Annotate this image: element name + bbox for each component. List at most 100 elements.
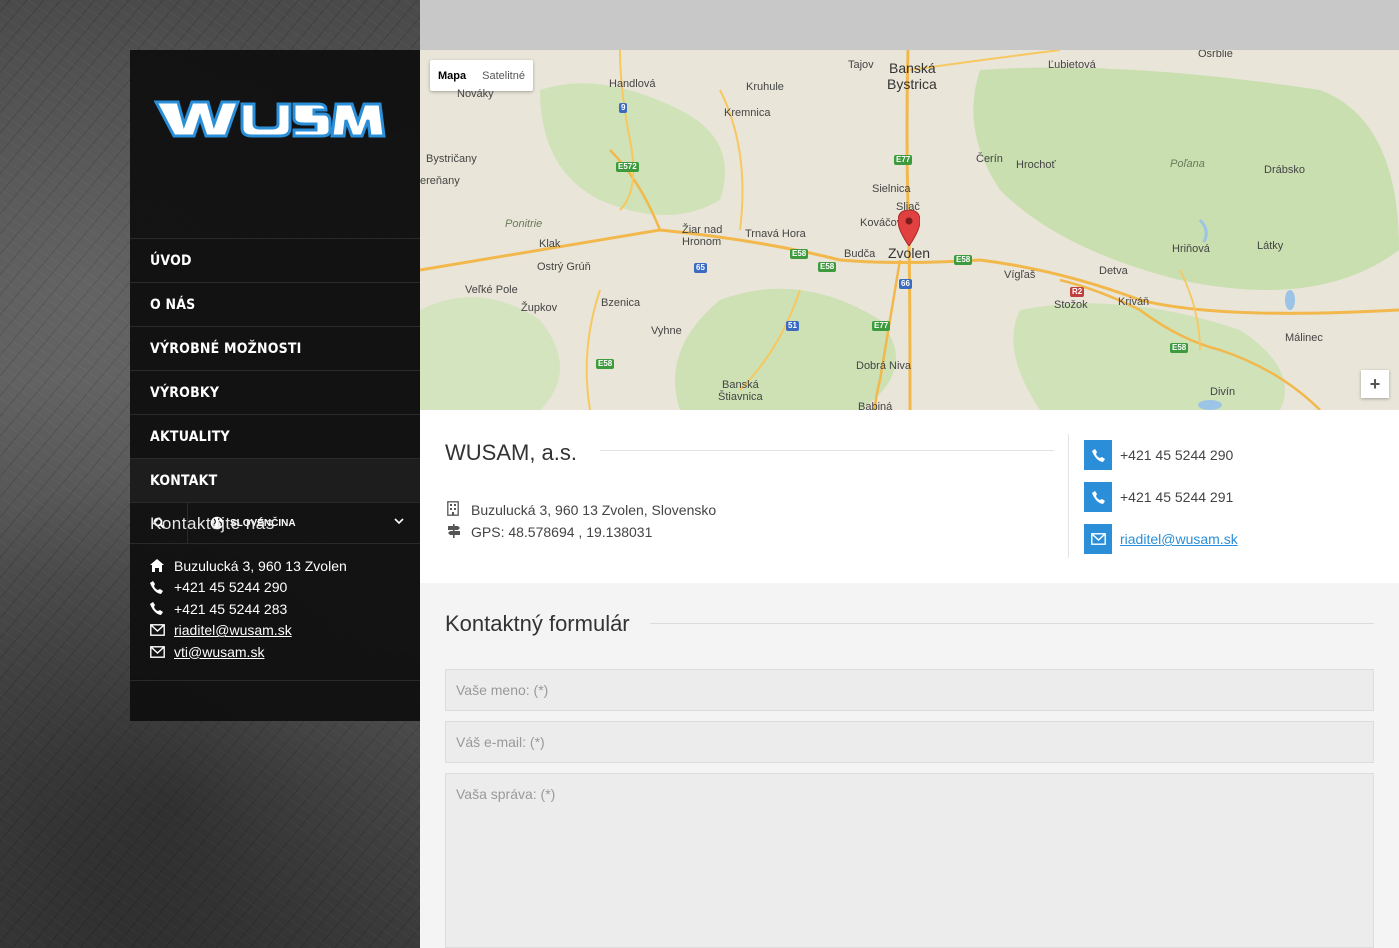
map-label: Poľana <box>1170 158 1205 170</box>
signpost-icon <box>448 523 460 538</box>
sidebar-email-1: riaditel@wusam.sk <box>150 620 347 642</box>
envelope-icon <box>1084 524 1112 554</box>
map-label: Kremnica <box>724 107 771 119</box>
map-label: Handlová <box>609 78 656 90</box>
top-bar <box>420 0 1399 50</box>
map[interactable]: Mapa Satelitné Banská Bystrica Zvolen Ha… <box>420 50 1399 410</box>
phone-icon <box>150 580 163 594</box>
company-address-block: Buzulucká 3, 960 13 Zvolen, Slovensko GP… <box>447 499 716 543</box>
map-label: Sielnica <box>872 183 911 195</box>
nav-item-aktuality[interactable]: AKTUALITY <box>130 414 420 458</box>
zoom-in-button[interactable]: + <box>1361 370 1389 398</box>
map-label: Látky <box>1257 240 1284 252</box>
message-textarea[interactable] <box>445 773 1374 948</box>
map-label: Stožok <box>1054 299 1088 311</box>
phone-icon <box>1084 440 1112 470</box>
map-label: ereňany <box>420 175 460 187</box>
map-label: Zvolen <box>888 245 931 261</box>
map-label: Babiná <box>858 401 893 410</box>
road-shield: E58 <box>818 262 837 272</box>
road-shield: E58 <box>790 249 809 259</box>
company-email: riaditel@wusam.sk <box>1084 518 1238 560</box>
map-label: Trnavá Hora <box>745 228 806 240</box>
map-label: Bzenica <box>601 297 641 309</box>
map-label: Žiar nad <box>682 224 723 236</box>
map-label: Divín <box>1210 386 1236 398</box>
map-label: Kruhule <box>746 81 784 93</box>
road-shield: E58 <box>596 359 615 369</box>
company-info: WUSAM, a.s. Buzulucká 3, 960 13 Zvolen, … <box>420 410 1399 583</box>
road-shield: E58 <box>954 255 973 265</box>
form-title-divider <box>650 623 1374 624</box>
road-shield: E77 <box>872 321 891 331</box>
company-email-link[interactable]: riaditel@wusam.sk <box>1120 531 1238 547</box>
map-label: Čerín <box>976 153 1003 165</box>
map-label: Detva <box>1099 265 1128 277</box>
title-divider <box>600 450 1054 451</box>
map-label: Nováky <box>457 88 494 100</box>
contact-form: Kontaktný formulár <box>420 583 1399 948</box>
envelope-icon <box>150 645 165 658</box>
map-marker-icon[interactable] <box>898 210 920 246</box>
chevron-down-icon <box>394 518 404 525</box>
home-icon <box>150 559 164 573</box>
map-label: Drábsko <box>1264 164 1305 176</box>
map-type-map[interactable]: Mapa <box>430 60 474 91</box>
sidebar-address: Buzulucká 3, 960 13 Zvolen <box>150 555 347 577</box>
map-label: Hrochoť <box>1016 159 1056 171</box>
sidebar: ÚVOD O NÁS VÝROBNÉ MOŽNOSTI VÝROBKY AKTU… <box>130 50 420 721</box>
map-label: Hriňová <box>1172 243 1210 255</box>
email-input[interactable] <box>445 721 1374 763</box>
company-name: WUSAM, a.s. <box>445 440 578 465</box>
sidebar-email-link-2[interactable]: vti@wusam.sk <box>174 644 264 660</box>
map-label: Málinec <box>1285 332 1323 344</box>
road-shield: E77 <box>894 155 913 165</box>
road-shield: E572 <box>616 162 639 172</box>
road-shield: R2 <box>1070 287 1085 297</box>
phone-icon <box>1084 482 1112 512</box>
nav-item-kontakt[interactable]: KONTAKT <box>130 458 420 502</box>
map-label: Osrblie <box>1198 50 1233 60</box>
company-gps: GPS: 48.578694 , 19.138031 <box>447 521 716 543</box>
map-label: Tajov <box>848 59 874 71</box>
road-shield: 9 <box>619 103 628 113</box>
map-label: Ponitrie <box>505 218 543 230</box>
company-address: Buzulucká 3, 960 13 Zvolen, Slovensko <box>447 499 716 521</box>
map-label: Veľké Pole <box>465 284 518 296</box>
sidebar-contact-list: Buzulucká 3, 960 13 Zvolen +421 45 5244 … <box>150 555 347 663</box>
name-input[interactable] <box>445 669 1374 711</box>
building-icon <box>447 501 459 516</box>
map-label: Vyhne <box>651 325 682 337</box>
map-label: Štiavnica <box>718 391 763 403</box>
wusam-logo[interactable] <box>153 96 386 142</box>
sidebar-phone-1: +421 45 5244 290 <box>150 577 347 599</box>
company-phone-1: +421 45 5244 290 <box>1084 434 1238 476</box>
map-label: Hronom <box>682 236 722 248</box>
envelope-icon <box>150 624 165 637</box>
map-type-satellite[interactable]: Satelitné <box>474 60 533 91</box>
map-label: Budča <box>844 248 876 260</box>
company-phone-2: +421 45 5244 291 <box>1084 476 1238 518</box>
map-label: Bystričany <box>426 153 477 165</box>
phone-icon <box>150 602 163 616</box>
map-label: Banská <box>889 60 936 76</box>
sidebar-email-link-1[interactable]: riaditel@wusam.sk <box>174 622 292 638</box>
nav-item-vyrobky[interactable]: VÝROBKY <box>130 370 420 414</box>
map-label: Bystrica <box>887 76 937 92</box>
sidebar-divider <box>130 680 420 681</box>
map-label: Vígľaš <box>1004 269 1036 281</box>
form-title: Kontaktný formulár <box>445 611 630 636</box>
nav-item-uvod[interactable]: ÚVOD <box>130 238 420 282</box>
map-label: Kriváň <box>1118 296 1150 308</box>
sidebar-phone-2: +421 45 5244 283 <box>150 598 347 620</box>
road-shield: 65 <box>694 263 707 273</box>
nav-item-vyrobne-moznosti[interactable]: VÝROBNÉ MOŽNOSTI <box>130 326 420 370</box>
map-label: Župkov <box>521 302 558 314</box>
map-label: Klak <box>539 238 561 250</box>
road-shield: 66 <box>899 279 912 289</box>
company-contact-list: +421 45 5244 290 +421 45 5244 291 riadit… <box>1084 434 1238 560</box>
map-label: Banská <box>722 379 759 391</box>
nav-item-o-nas[interactable]: O NÁS <box>130 282 420 326</box>
sidebar-email-2: vti@wusam.sk <box>150 641 347 663</box>
main-nav: ÚVOD O NÁS VÝROBNÉ MOŽNOSTI VÝROBKY AKTU… <box>130 238 420 502</box>
